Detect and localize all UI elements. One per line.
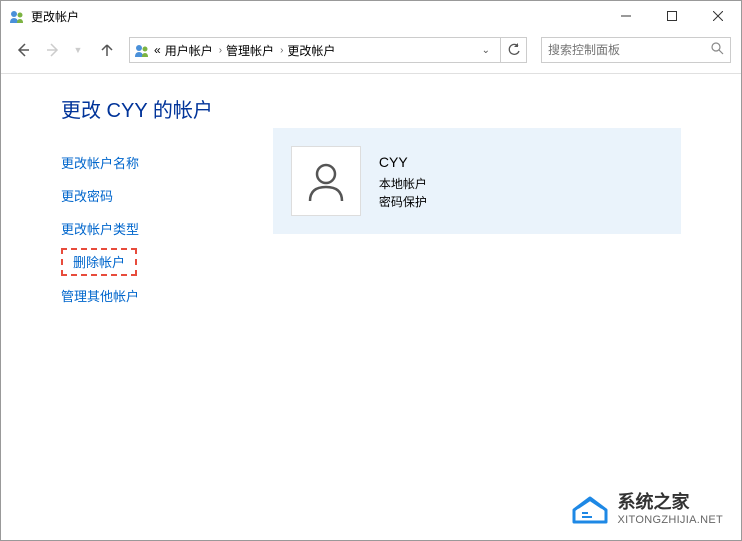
breadcrumb-item[interactable]: 更改帐户 [287, 42, 335, 59]
change-name-link[interactable]: 更改帐户名称 [61, 147, 139, 178]
highlight-annotation: 删除帐户 [61, 248, 137, 276]
breadcrumb-item[interactable]: 用户帐户 › [165, 42, 222, 59]
account-name: CYY [379, 152, 427, 173]
recent-dropdown[interactable]: ▼ [71, 38, 85, 62]
watermark-main: 系统之家 [618, 488, 723, 514]
back-button[interactable] [11, 38, 35, 62]
breadcrumb-label: 管理帐户 [226, 42, 274, 59]
breadcrumb-item[interactable]: 管理帐户 › [226, 42, 283, 59]
chevron-right-icon: › [219, 45, 222, 56]
chevron-right-icon: › [280, 45, 283, 56]
back-arrow-icon [15, 42, 31, 58]
account-type: 本地帐户 [379, 175, 427, 193]
change-password-link[interactable]: 更改密码 [61, 180, 113, 211]
watermark-sub: XITONGZHIJIA.NET [618, 514, 723, 526]
window-controls [603, 1, 741, 31]
close-button[interactable] [695, 1, 741, 31]
account-info: CYY 本地帐户 密码保护 [379, 152, 427, 211]
users-icon [9, 8, 25, 24]
address-bar[interactable]: « 用户帐户 › 管理帐户 › 更改帐户 ⌄ [129, 37, 501, 63]
forward-arrow-icon [45, 42, 61, 58]
manage-others-link[interactable]: 管理其他帐户 [61, 280, 139, 311]
watermark-text: 系统之家 XITONGZHIJIA.NET [618, 488, 723, 526]
maximize-button[interactable] [649, 1, 695, 31]
address-dropdown[interactable]: ⌄ [476, 45, 496, 56]
delete-account-link[interactable]: 删除帐户 [73, 252, 125, 271]
minimize-icon [621, 11, 631, 21]
search-input[interactable] [548, 43, 711, 57]
page-title: 更改 CYY 的帐户 [61, 94, 213, 123]
close-icon [713, 11, 723, 21]
window-title: 更改帐户 [31, 8, 79, 25]
left-column: 更改 CYY 的帐户 更改帐户名称 更改密码 更改帐户类型 删除帐户 管理其他帐… [61, 94, 213, 313]
account-protection: 密码保护 [379, 193, 427, 211]
users-icon [134, 42, 150, 58]
refresh-button[interactable] [501, 37, 527, 63]
watermark: 系统之家 XITONGZHIJIA.NET [570, 488, 723, 526]
breadcrumb-label: 更改帐户 [287, 42, 335, 59]
forward-button[interactable] [41, 38, 65, 62]
minimize-button[interactable] [603, 1, 649, 31]
account-card: CYY 本地帐户 密码保护 [273, 128, 681, 234]
navigation-bar: ▼ « 用户帐户 › 管理帐户 › 更改帐户 ⌄ [1, 31, 741, 74]
refresh-icon [507, 43, 521, 57]
search-box[interactable] [541, 37, 731, 63]
right-column: CYY 本地帐户 密码保护 [273, 94, 681, 313]
up-button[interactable] [95, 38, 119, 62]
user-icon [302, 157, 350, 205]
breadcrumb-label: 用户帐户 [165, 42, 213, 59]
change-type-link[interactable]: 更改帐户类型 [61, 213, 139, 244]
watermark-logo-icon [570, 490, 610, 524]
content-area: 更改 CYY 的帐户 更改帐户名称 更改密码 更改帐户类型 删除帐户 管理其他帐… [1, 74, 741, 333]
up-arrow-icon [99, 42, 115, 58]
breadcrumb-prefix: « [154, 43, 161, 57]
avatar [291, 146, 361, 216]
maximize-icon [667, 11, 677, 21]
search-icon[interactable] [711, 42, 724, 58]
